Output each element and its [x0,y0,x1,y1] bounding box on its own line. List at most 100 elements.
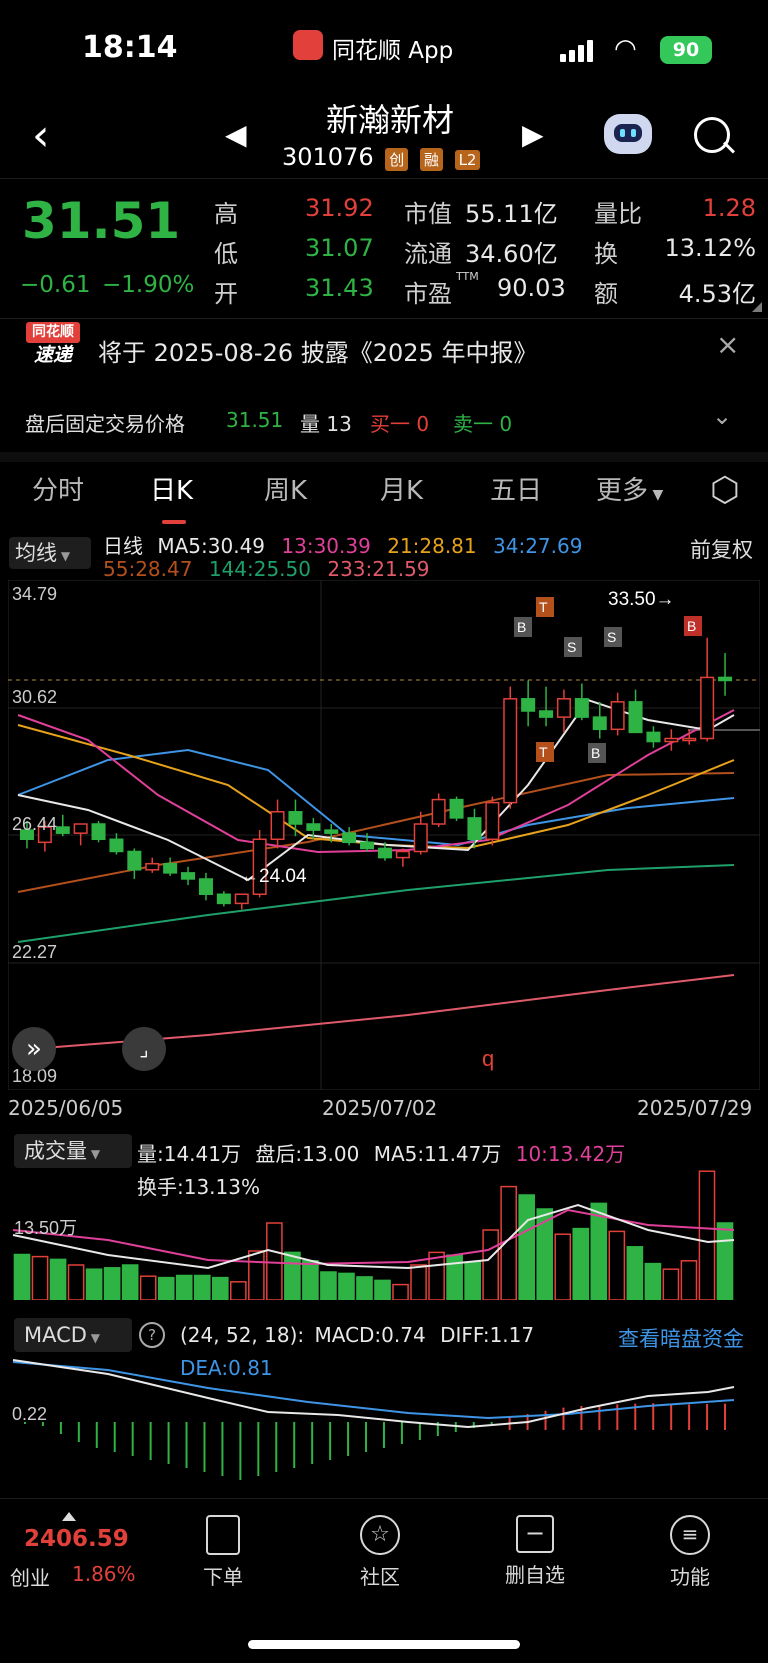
candle-body [664,737,679,743]
expand-corner-icon[interactable] [752,302,762,312]
volume-chart[interactable]: 13.50万 [8,1160,760,1300]
volume-bar [320,1271,337,1300]
candle-body [431,798,446,825]
ma-line-label: 日线 [103,534,143,558]
candle-body [700,676,715,740]
volume-bar [518,1194,536,1300]
nav-community[interactable]: ☆ 社区 [325,1515,435,1590]
document-icon [206,1515,240,1555]
amount-value: 4.53亿 [678,280,756,308]
volratio-label: 量比 [594,200,642,228]
next-stock-icon[interactable]: ▶ [522,118,544,151]
tab-five-day[interactable]: 五日 [490,470,542,507]
fullscreen-icon[interactable]: ⌟ [122,1027,166,1071]
notice-bar[interactable]: 同花顺 速递 将于 2025-08-26 披露《2025 年中报》 × [0,318,768,390]
notice-text: 将于 2025-08-26 披露《2025 年中报》 [98,339,538,367]
volume-bar [49,1258,67,1300]
y-label-3: 26.44 [12,814,57,834]
volume-bar [193,1274,211,1300]
mktcap-label: 市值 [404,200,452,228]
tab-daily-k[interactable]: 日K [150,470,193,507]
stock-name: 新瀚新材 [325,101,454,139]
ma-selector-label: 均线 [15,541,57,565]
volume-bar [392,1283,409,1300]
battery-level: 90 [672,39,700,61]
after-hours-label: 盘后固定交易价格 [25,412,185,436]
chevron-down-icon[interactable]: ⌄ [712,402,732,430]
volume-bar [211,1276,229,1300]
ma21-value: 21:28.81 [387,534,477,558]
volume-bar [139,1275,157,1300]
nav-remove-watchlist[interactable]: − 删自选 [480,1515,590,1588]
close-icon[interactable]: × [716,328,739,361]
ma55-value: 55:28.47 [103,557,193,581]
candle-body [395,850,410,859]
tab-fenshi[interactable]: 分时 [32,470,84,507]
candle-body [127,850,142,871]
candle-body [539,710,554,718]
macd-y-label: 0.22 [12,1404,47,1424]
stock-code: 301076 [282,143,374,171]
pe-label: 市盈 [404,280,452,308]
candle-body [682,737,697,742]
volume-bar [680,1260,698,1300]
scroll-marker: q [482,1046,494,1071]
low-label: 低 [214,240,238,268]
open-label: 开 [214,280,238,308]
settings-hex-icon[interactable]: ⬡ [710,470,740,510]
svg-text:S: S [607,629,616,645]
robot-assistant-icon[interactable] [604,114,652,154]
volume-bar [338,1272,355,1300]
notice-logo: 同花顺 速递 [26,322,80,372]
candle-body [288,811,303,825]
ma-selector[interactable]: 均线 ▼ [9,537,91,569]
nav-remove-watchlist-label: 删自选 [505,1563,565,1587]
after-hours-vol: 量 13 [300,412,352,436]
candle-body [145,862,160,871]
volume-bar [608,1230,626,1300]
tab-monthly-k[interactable]: 月K [380,470,423,507]
pe-value: 90.03 [497,274,566,302]
stock-code-row: 301076 创 融 L2 [282,143,481,171]
ma-legend-row2: 55:28.47 144:25.50 233:21.59 [103,557,430,581]
float-label: 流通 [404,240,452,268]
high-value: 31.92 [305,194,374,222]
nav-community-label: 社区 [360,1565,400,1589]
candle-body [377,847,392,859]
candle-body [718,676,733,682]
ma5-value: MA5:30.49 [157,534,266,558]
volume-bar [85,1268,103,1300]
ma34-line [17,748,735,847]
after-hours-row[interactable]: 盘后固定交易价格 31.51 量 13 买一 0 卖一 0 ⌄ [0,400,768,442]
adjust-mode[interactable]: 前复权 [690,534,753,564]
candle-body [628,701,643,734]
search-icon[interactable] [694,117,730,153]
back-icon[interactable]: ‹ [32,110,50,161]
index-name: 创业 [10,1566,50,1590]
nav-order[interactable]: 下单 [168,1515,278,1590]
candle-body [449,798,464,819]
turnover-label: 换 [594,240,618,268]
active-tab-indicator [162,520,186,524]
after-hours-price: 31.51 [226,408,284,432]
nav-functions[interactable]: ≡ 功能 [635,1515,745,1590]
volume-bar [302,1260,319,1300]
index-widget[interactable]: 2406.59 创业 1.86% [10,1512,150,1592]
macd-chart[interactable]: 0.22 [8,1310,760,1490]
notice-logo-top: 同花顺 [26,322,80,343]
fast-forward-icon[interactable]: » [12,1027,56,1071]
kline-chart[interactable]: T T B B S S B 33.50→ ←24.04 34.79 30.62 … [8,580,760,1090]
prev-stock-icon[interactable]: ◀ [225,118,247,151]
ma5-line [17,698,735,882]
ma13-value: 13:30.39 [281,534,371,558]
tab-more[interactable]: 更多 ▼ [596,470,663,507]
after-hours-buy: 买一 0 [370,412,430,436]
turnover-value: 13.12% [664,234,756,262]
tab-weekly-k[interactable]: 周K [264,470,307,507]
low-marker: ←24.04 [240,866,307,887]
after-hours-sell: 卖一 0 [453,412,513,436]
candle-body [270,811,285,841]
diff-line [12,1359,735,1429]
minus-box-icon: − [516,1515,554,1553]
triangle-up-icon [62,1512,76,1521]
